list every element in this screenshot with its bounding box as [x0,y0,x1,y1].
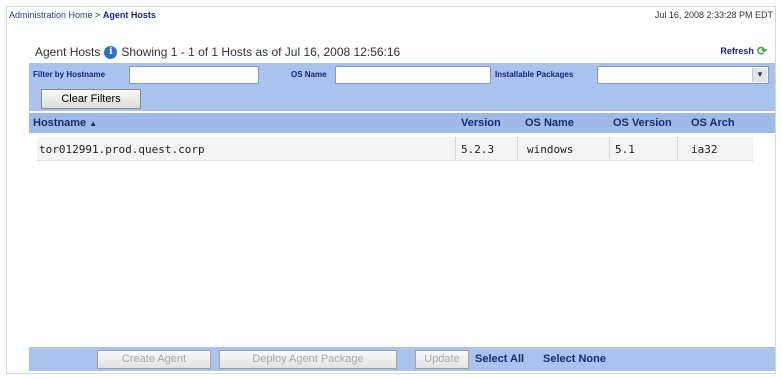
column-hostname[interactable]: Hostname ▲ [33,117,97,129]
column-os-arch[interactable]: OS Arch [691,117,735,129]
main-frame: Administration Home > Agent Hosts Jul 16… [6,6,776,374]
osname-filter-input[interactable] [335,66,491,84]
column-os-name[interactable]: OS Name [525,117,574,129]
top-bar: Administration Home > Agent Hosts Jul 16… [7,7,775,25]
column-hostname-label: Hostname [33,117,87,129]
chevron-down-icon[interactable]: ▼ [752,68,767,82]
packages-filter-label: Installable Packages [495,70,574,79]
breadcrumb: Administration Home > Agent Hosts [9,10,156,20]
clear-filters-button[interactable]: Clear Filters [41,89,141,109]
panel-title-bar: Agent Hosts i Showing 1 - 1 of 1 Hosts a… [29,41,775,63]
refresh-button[interactable]: Refresh ⟳ [720,45,767,57]
info-icon[interactable]: i [104,45,118,59]
panel-title: Agent Hosts i Showing 1 - 1 of 1 Hosts a… [35,45,400,59]
action-footer: Create Agent Deploy Agent Package Update… [29,347,775,371]
deploy-agent-package-button[interactable]: Deploy Agent Package [219,350,397,369]
filter-bar: Filter by Hostname OS Name Installable P… [29,63,775,87]
table-header: Hostname ▲ Version OS Name OS Version OS … [29,113,775,133]
panel-title-text: Agent Hosts [35,45,101,59]
cell-hostname: tor012991.prod.quest.corp [39,143,205,156]
cell-version: 5.2.3 [461,143,495,156]
cell-divider [609,137,610,161]
osname-filter-label: OS Name [291,70,327,79]
cell-divider [455,137,456,161]
breadcrumb-home-link[interactable]: Administration Home [9,10,93,20]
table-row[interactable]: tor012991.prod.quest.corp 5.2.3 windows … [37,137,753,161]
create-agent-button[interactable]: Create Agent [97,350,211,369]
cell-os-arch: ia32 [691,143,718,156]
update-button[interactable]: Update [415,350,469,369]
select-none-link[interactable]: Select None [543,353,606,365]
hostname-filter-label: Filter by Hostname [33,70,106,79]
refresh-icon: ⟳ [756,44,767,58]
refresh-label: Refresh [720,46,754,56]
cell-os-version: 5.1 [615,143,635,156]
sort-ascending-icon[interactable]: ▲ [89,119,97,128]
clear-filters-bar: Clear Filters [29,87,775,111]
showing-summary: Showing 1 - 1 of 1 Hosts as of Jul 16, 2… [121,45,401,59]
breadcrumb-current: Agent Hosts [102,10,156,20]
cell-divider [677,137,678,161]
breadcrumb-separator: > [95,10,101,20]
column-os-version[interactable]: OS Version [613,117,672,129]
hostname-filter-input[interactable] [129,66,259,84]
select-all-link[interactable]: Select All [475,353,524,365]
cell-divider [517,137,518,161]
packages-filter-select[interactable]: ▼ [597,66,769,84]
column-version[interactable]: Version [461,117,501,129]
agent-hosts-panel: Agent Hosts i Showing 1 - 1 of 1 Hosts a… [29,41,775,373]
cell-os-name: windows [527,143,574,156]
page-timestamp: Jul 16, 2008 2:33:28 PM EDT [654,10,773,20]
